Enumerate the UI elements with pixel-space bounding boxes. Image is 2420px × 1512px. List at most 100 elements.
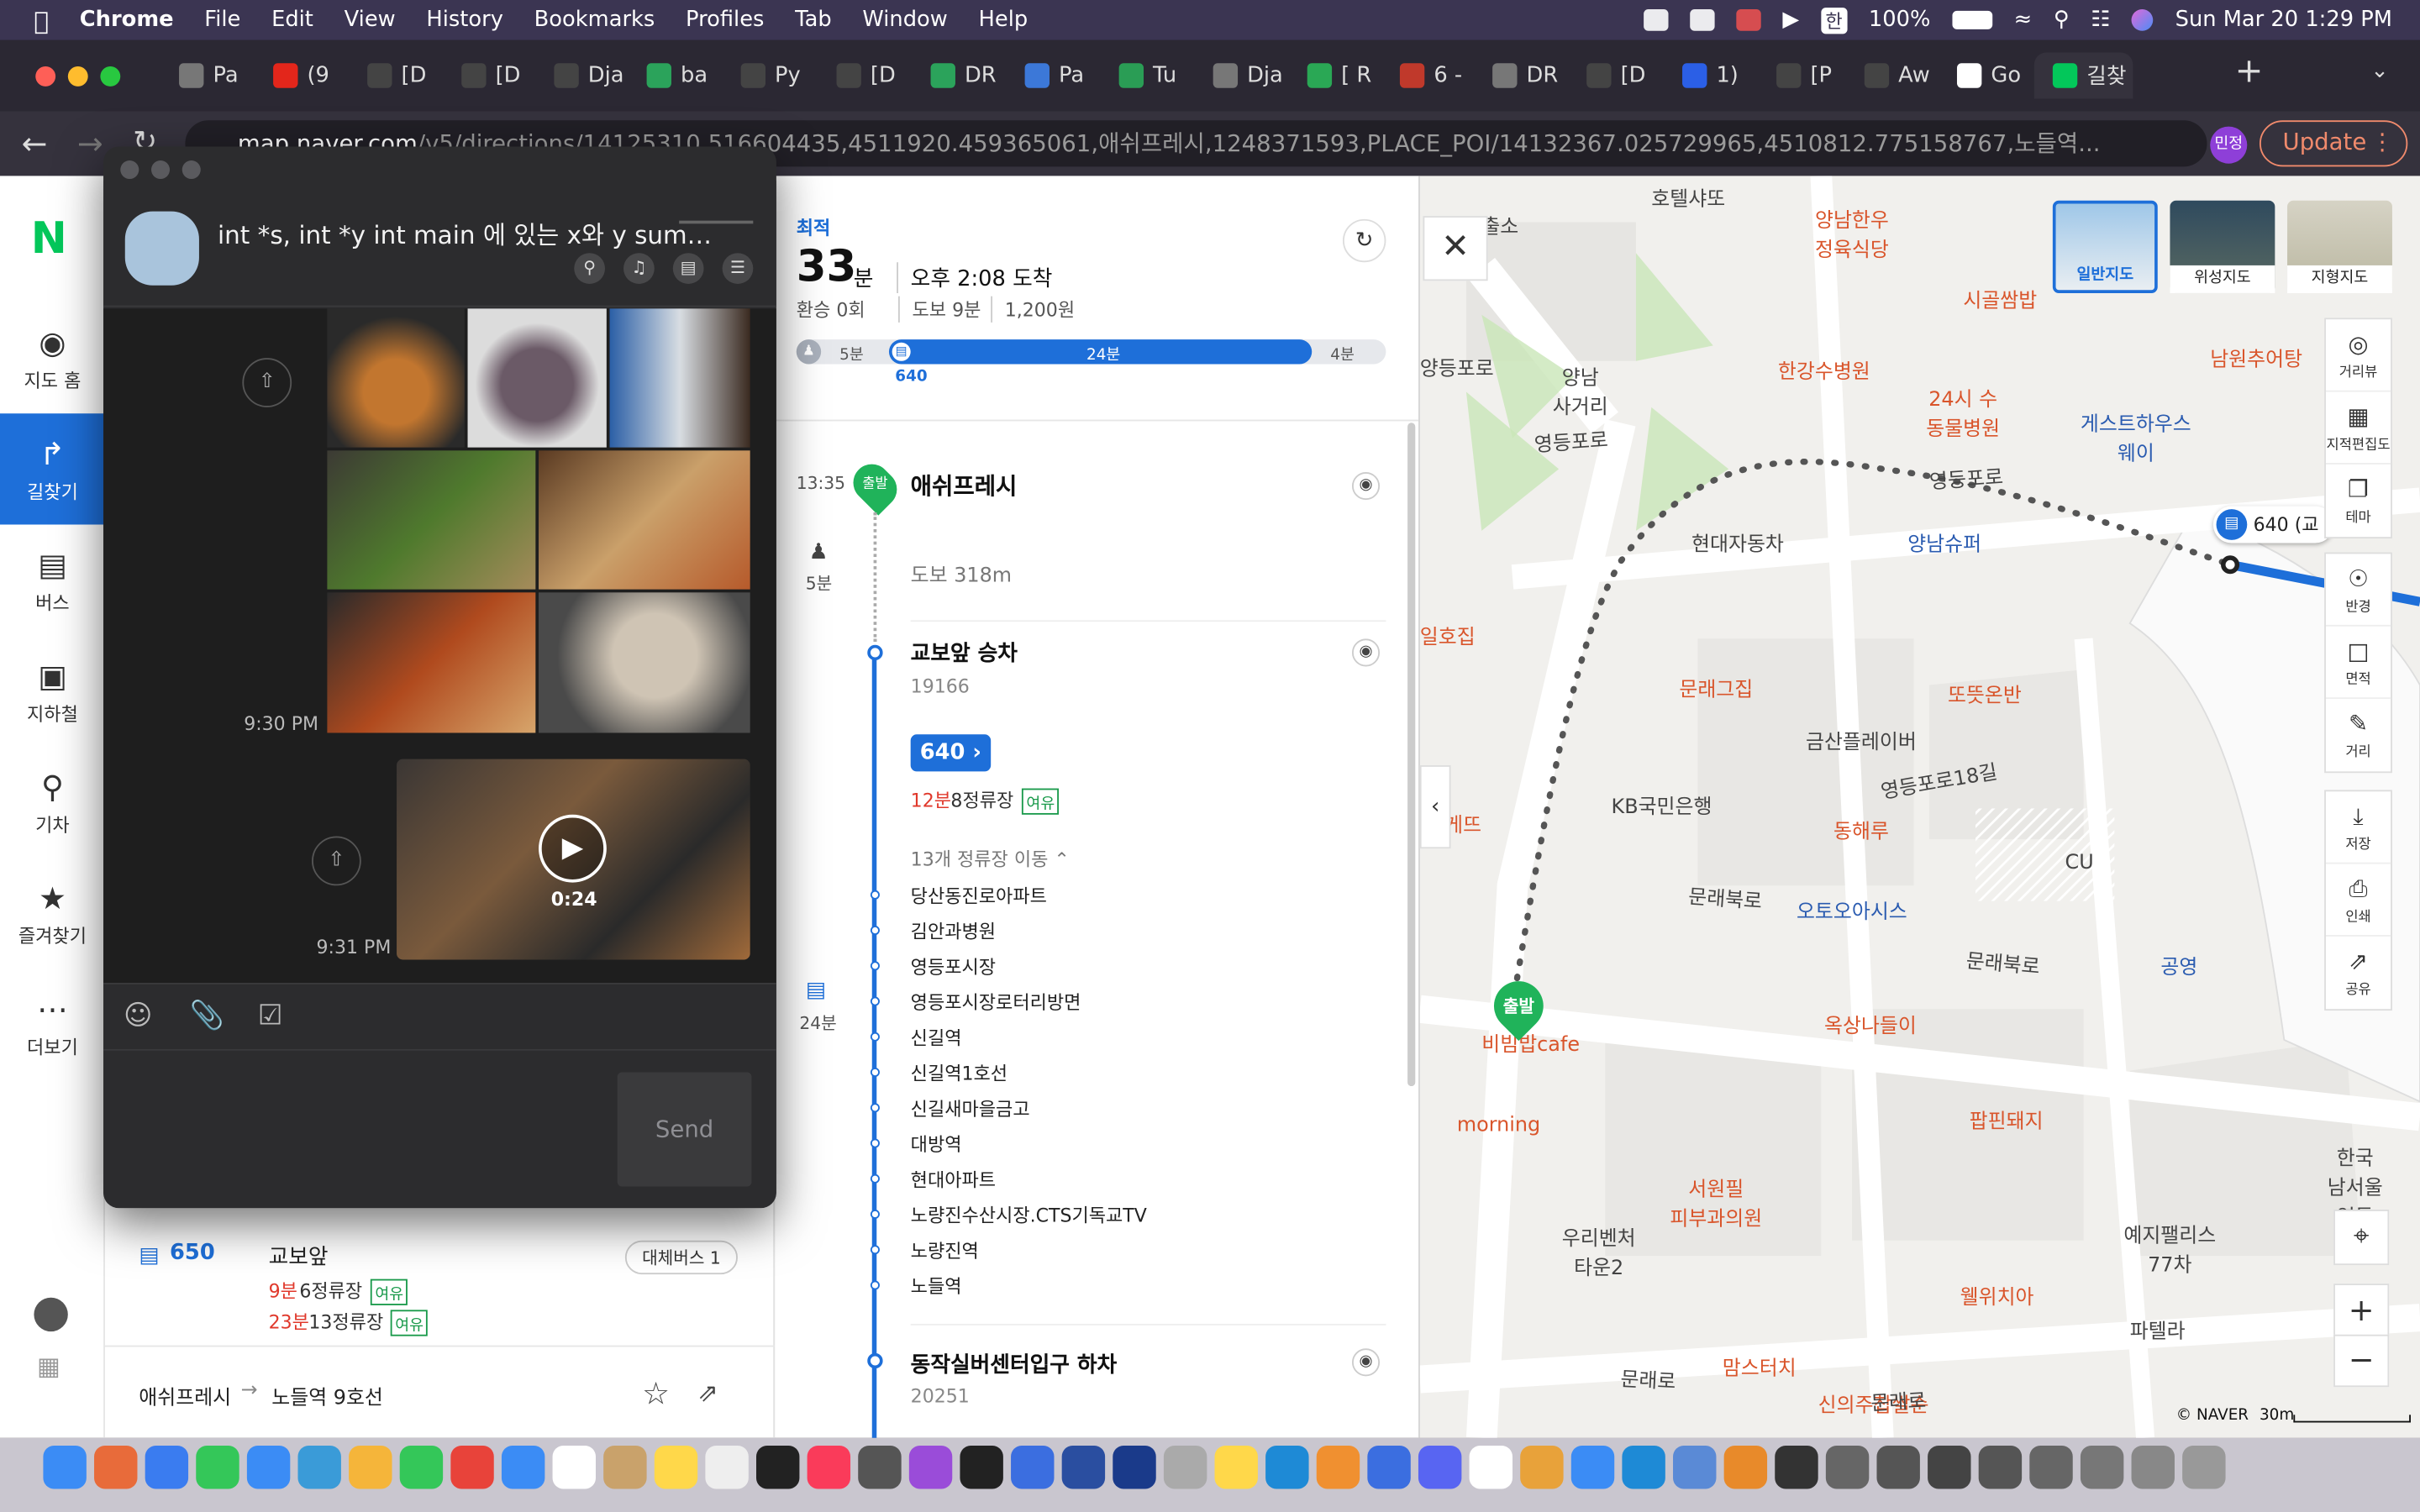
dock-app-icon[interactable] [450,1446,494,1489]
nav-map-home[interactable]: ◉ 지도 홈 [0,302,105,413]
dock-app-icon[interactable] [1723,1446,1768,1489]
alt-bus-button[interactable]: 대체버스 1 [624,1240,738,1275]
photo-thumb[interactable] [327,308,465,448]
dock-app-icon[interactable] [1316,1446,1360,1489]
menu-edit[interactable]: Edit [271,8,313,32]
send-button[interactable]: Send [617,1072,752,1187]
photo-thumb[interactable] [539,592,750,733]
apps-grid-icon[interactable]: ▦ [37,1352,60,1381]
zoom-window-button[interactable] [100,66,121,87]
browser-tab[interactable]: 6 - [1381,52,1477,98]
clock[interactable]: Sun Mar 20 1:29 PM [2175,8,2392,32]
map-label[interactable]: 24시 수 동물병원 [1926,383,2000,441]
dock-app-icon[interactable] [501,1446,545,1489]
spotlight-icon[interactable]: ⚲ [2054,8,2070,32]
dock-app-icon[interactable] [1622,1446,1665,1489]
bus-number-badge[interactable]: 640 › [910,734,991,772]
locate-pin-button[interactable]: ◉ [1351,638,1381,667]
browser-tab[interactable]: DR [1474,52,1570,98]
user-avatar[interactable] [34,1297,68,1332]
forward-share-icon[interactable]: ⇧ [312,836,361,886]
map-label[interactable]: 예지팰리스 77차 [2123,1219,2216,1277]
dock-app-icon[interactable] [1418,1446,1462,1489]
chat-minimize-button[interactable] [151,160,171,180]
map-label[interactable]: 한강수병원 [1778,354,1870,385]
dock-app-icon[interactable] [858,1446,902,1489]
dock-app-icon[interactable] [297,1446,341,1489]
favorite-star-icon[interactable]: ☆ [642,1375,670,1412]
map-label[interactable]: 일호집 [1420,620,1476,650]
browser-tab[interactable]: [D [443,52,539,98]
chat-zoom-button[interactable] [182,160,201,180]
chat-menu-icon[interactable]: ☰ [722,253,754,284]
map-label[interactable]: 팝핀돼지 [1970,1105,2044,1134]
chat-status-icon[interactable] [1736,9,1761,31]
map-label[interactable]: 문래로 [1870,1384,1927,1416]
notification-bell-icon[interactable]: ♫ [623,253,655,284]
profile-avatar[interactable]: 민정 [2210,126,2248,164]
map-label[interactable]: 양남슈퍼 [1907,528,1981,558]
naver-logo[interactable]: N [31,213,67,264]
browser-tab[interactable]: (9 [255,52,350,98]
menu-view[interactable]: View [345,8,396,32]
browser-tab[interactable]: Py [723,52,818,98]
nav-favorites[interactable]: ★ 즐겨찾기 [0,858,105,969]
app-status-icon[interactable] [1644,9,1669,31]
photo-thumb[interactable] [327,592,536,733]
bus-route-marker[interactable]: ▤ 640 (교 [2212,506,2334,543]
dock-app-icon[interactable] [1061,1446,1106,1489]
layer-normal[interactable]: 일반지도 [2052,200,2158,293]
dock-app-icon[interactable] [2080,1446,2124,1489]
archive-icon[interactable]: ▤ [672,253,704,284]
play-icon[interactable]: ▶ [539,814,607,883]
browser-tab[interactable]: [ R [1289,52,1385,98]
stops-toggle[interactable]: 13개 정류장 이동 ⌃ [911,846,1070,872]
menu-history[interactable]: History [426,8,502,32]
opacity-slider[interactable] [679,220,754,224]
browser-tab[interactable]: ba [629,52,724,98]
map-label[interactable]: 웰위치아 [1960,1280,2034,1310]
nav-subway[interactable]: ▣ 지하철 [0,636,105,747]
dock-app-icon[interactable] [399,1446,444,1489]
dock-app-icon[interactable] [1978,1446,2023,1489]
dock-app-icon[interactable] [552,1446,596,1489]
dock-app-icon[interactable] [2131,1446,2175,1489]
map-label[interactable]: 우리벤처 타운2 [1562,1222,1636,1280]
forward-share-icon[interactable]: ⇧ [242,358,292,407]
tool-cadastral[interactable]: ▦ 지적편집도 [2325,392,2391,465]
tool-radius[interactable]: ☉ 반경 [2325,554,2391,627]
dock-app-icon[interactable] [349,1446,392,1489]
tool-area[interactable]: □ 면적 [2325,627,2391,700]
map-label[interactable]: 현대자동차 [1691,528,1784,558]
tool-theme[interactable]: ❐ 테마 [2326,465,2391,537]
photo-thumb[interactable] [327,450,536,590]
dock-app-icon[interactable] [1825,1446,1870,1489]
minimize-window-button[interactable] [67,66,88,87]
dock-app-icon[interactable] [94,1446,138,1489]
menu-help[interactable]: Help [979,8,1028,32]
map-label[interactable]: 영등포로 [1928,460,2004,495]
map-label[interactable]: 공영 [2160,950,2197,980]
tool-save[interactable]: ⤓ 저장 [2325,791,2391,864]
detail-scrollbar[interactable] [1407,423,1416,1087]
map-label[interactable]: 동해루 [1833,815,1889,844]
battery-icon[interactable] [1952,10,1992,29]
map-label[interactable]: 문래로 [1620,1362,1677,1394]
photo-grid[interactable] [327,308,750,733]
map-label[interactable]: 오토오아시스 [1797,895,1907,925]
map-label[interactable]: morning [1457,1114,1540,1137]
photo-thumb[interactable] [467,308,607,448]
menu-profiles[interactable]: Profiles [686,8,764,32]
menu-file[interactable]: File [204,8,240,32]
siri-icon[interactable] [2132,9,2154,31]
tool-share[interactable]: ⇗ 공유 [2326,937,2391,1009]
photo-thumb[interactable] [609,308,750,448]
dock-app-icon[interactable] [1520,1446,1564,1489]
browser-tab[interactable]: 길찾✕ [2033,52,2133,99]
dock-app-icon[interactable] [196,1446,239,1489]
menu-bookmarks[interactable]: Bookmarks [534,8,655,32]
menu-window[interactable]: Window [862,8,947,32]
collapse-panel-button[interactable]: ‹ [1419,765,1451,849]
nav-bus[interactable]: ▤ 버스 [0,524,105,635]
dock-app-icon[interactable] [43,1446,87,1489]
